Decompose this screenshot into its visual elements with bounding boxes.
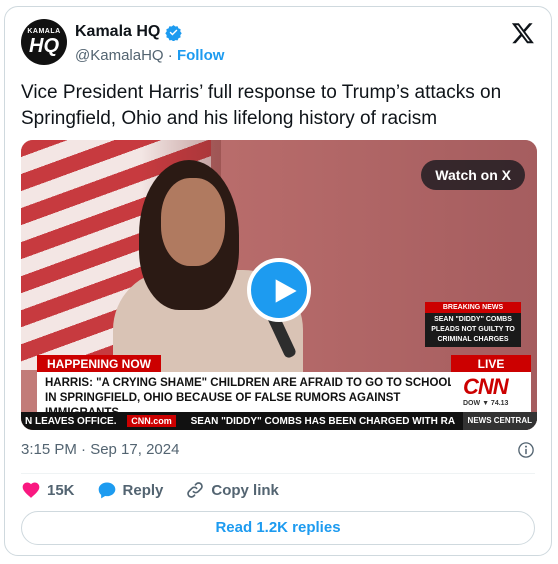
lower-third: HARRIS: "A CRYING SHAME" CHILDREN ARE AF… (37, 372, 467, 419)
news-ticker: N LEAVES OFFICE. CNN.com SEAN "DIDDY" CO… (21, 412, 537, 430)
dow-label: DOW (463, 400, 481, 407)
avatar[interactable]: KAMALA HQ (21, 19, 67, 65)
network-logo-box: CNN DOW ▼ 74.13 (451, 372, 531, 412)
dow-readout: DOW ▼ 74.13 (463, 400, 508, 407)
speaker-face (161, 178, 225, 266)
like-count: 15K (47, 481, 75, 499)
breaking-news-box: BREAKING NEWS SEAN "DIDDY" COMBS PLEADS … (425, 302, 521, 347)
link-icon (187, 482, 204, 498)
avatar-big-text: HQ (29, 35, 59, 57)
lower-third-line1: HARRIS: "A CRYING SHAME" CHILDREN ARE AF… (45, 377, 455, 389)
heart-icon (22, 482, 40, 498)
info-icon[interactable] (517, 441, 535, 459)
live-badge: LIVE (451, 355, 531, 373)
tweet-timestamp[interactable]: 3:15 PM · Sep 17, 2024 (21, 441, 179, 458)
handle-separator: · (167, 47, 173, 64)
x-logo-icon[interactable] (511, 21, 535, 45)
verified-badge-icon (165, 24, 183, 41)
dow-value: ▼ 74.13 (482, 400, 509, 407)
ticker-badge: NEWS CENTRAL (462, 412, 537, 430)
divider (21, 473, 535, 474)
author-name-row: Kamala HQ (75, 23, 183, 41)
tweet-card: KAMALA HQ Kamala HQ @KamalaHQ · Follow V… (4, 6, 552, 556)
play-icon (275, 279, 297, 303)
copy-link-button[interactable]: Copy link (185, 480, 279, 500)
tweet-text: Vice President Harris’ full response to … (21, 82, 502, 129)
ticker-site: CNN.com (127, 415, 176, 427)
author-handle-row: @KamalaHQ · Follow (75, 47, 224, 64)
watch-on-x-button[interactable]: Watch on X (421, 160, 525, 190)
like-button[interactable]: 15K (21, 480, 75, 500)
ticker-left-text: N LEAVES OFFICE. (25, 416, 117, 427)
avatar-small-text: KAMALA (27, 28, 61, 35)
play-button[interactable] (247, 258, 311, 322)
follow-button[interactable]: Follow (177, 47, 225, 64)
breaking-news-body: SEAN "DIDDY" COMBS PLEADS NOT GUILTY TO … (425, 313, 521, 347)
read-replies-button[interactable]: Read 1.2K replies (21, 511, 535, 545)
breaking-news-header: BREAKING NEWS (425, 302, 521, 313)
reply-button[interactable]: Reply (97, 480, 164, 500)
action-bar: 15K Reply Copy link (21, 480, 301, 500)
happening-now-label: HAPPENING NOW (37, 355, 162, 373)
reply-label: Reply (122, 481, 164, 499)
author-handle[interactable]: @KamalaHQ (75, 47, 164, 64)
reply-bubble-icon (98, 482, 115, 499)
ticker-right-text: SEAN "DIDDY" COMBS HAS BEEN CHARGED WITH… (190, 416, 456, 427)
video-player[interactable]: Watch on X BREAKING NEWS SEAN "DIDDY" CO… (21, 140, 537, 430)
copy-link-label: Copy link (211, 481, 279, 499)
author-name[interactable]: Kamala HQ (75, 23, 160, 41)
cnn-logo: CNN (463, 374, 509, 399)
